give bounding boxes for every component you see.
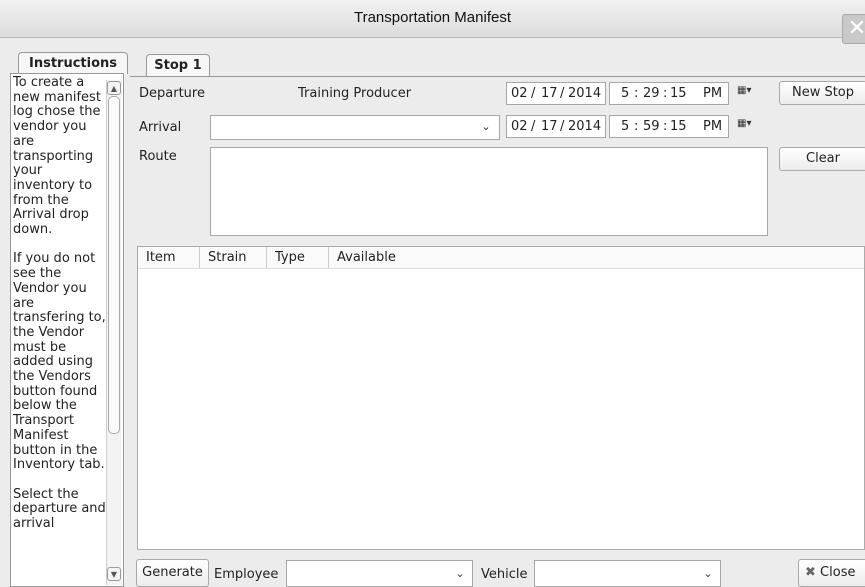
column-header-available[interactable]: Available: [329, 247, 864, 268]
arrival-second: 15: [670, 119, 687, 134]
clear-button[interactable]: Clear: [779, 147, 865, 171]
vehicle-select[interactable]: [534, 560, 721, 587]
chevron-down-icon[interactable]: ⌄: [697, 564, 719, 584]
close-icon: ✕: [847, 16, 865, 41]
departure-minute: 29: [643, 86, 660, 101]
date-separator: /: [531, 119, 536, 134]
vehicle-label: Vehicle: [481, 567, 528, 582]
scrollbar-thumb[interactable]: [108, 96, 120, 434]
calendar-icon[interactable]: ▦▾: [737, 85, 763, 101]
table-header-divider: [138, 268, 864, 269]
departure-ampm: PM: [703, 86, 723, 101]
arrival-ampm: PM: [703, 119, 723, 134]
column-header-item[interactable]: Item: [138, 247, 200, 268]
employee-label: Employee: [214, 567, 279, 582]
arrival-day: 17: [541, 119, 558, 134]
window-title: Transportation Manifest: [353, 9, 512, 26]
departure-day: 17: [541, 86, 558, 101]
date-separator: /: [560, 119, 565, 134]
departure-year: 2014: [568, 86, 602, 101]
date-separator: /: [531, 86, 536, 101]
window-close-button[interactable]: ✕: [842, 14, 865, 44]
generate-button[interactable]: Generate: [136, 559, 209, 587]
scroll-up-icon[interactable]: ▲: [107, 81, 121, 95]
arrival-month: 02: [511, 119, 528, 134]
departure-second: 15: [670, 86, 687, 101]
route-label: Route: [139, 149, 177, 164]
departure-month: 02: [511, 86, 528, 101]
departure-hour: 5: [621, 86, 630, 101]
arrival-hour: 5: [621, 119, 630, 134]
arrival-select[interactable]: [210, 115, 500, 140]
departure-value: Training Producer: [298, 86, 412, 101]
calendar-icon[interactable]: ▦▾: [737, 118, 763, 134]
chevron-down-icon[interactable]: ⌄: [474, 117, 498, 137]
arrival-year: 2014: [568, 119, 602, 134]
column-header-strain[interactable]: Strain: [200, 247, 267, 268]
time-separator: :: [663, 119, 668, 134]
route-textarea[interactable]: [210, 147, 768, 236]
arrival-minute: 59: [643, 119, 660, 134]
date-separator: /: [560, 86, 565, 101]
close-button[interactable]: ✖ Close: [798, 559, 865, 587]
time-separator: :: [663, 86, 668, 101]
time-separator: :: [634, 86, 639, 101]
tab-stop-1[interactable]: Stop 1: [146, 54, 210, 76]
tab-instructions[interactable]: Instructions: [18, 52, 128, 74]
chevron-down-icon[interactable]: ⌄: [449, 564, 471, 584]
close-button-label: Close: [820, 565, 856, 580]
employee-select[interactable]: [286, 560, 473, 587]
arrival-label: Arrival: [139, 120, 182, 135]
departure-label: Departure: [139, 86, 205, 101]
scroll-down-icon[interactable]: ▼: [107, 567, 121, 581]
column-header-type[interactable]: Type: [267, 247, 329, 268]
time-separator: :: [634, 119, 639, 134]
close-x-icon: ✖: [805, 565, 816, 580]
instructions-text: To create a new manifest log chose the v…: [13, 76, 106, 532]
items-table: [137, 246, 865, 550]
tab-divider: [130, 76, 865, 77]
new-stop-button[interactable]: New Stop: [779, 81, 865, 105]
